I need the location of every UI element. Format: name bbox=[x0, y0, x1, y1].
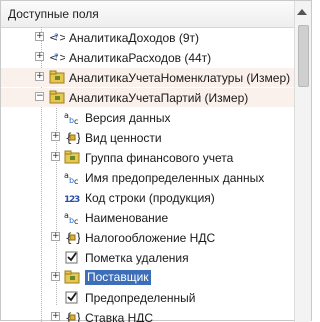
svg-text:>: > bbox=[59, 31, 65, 44]
checkbox-icon bbox=[65, 251, 78, 264]
tree-item-label: Наименование bbox=[85, 211, 169, 225]
svg-text:}: } bbox=[75, 231, 80, 245]
tree-item-label: АналитикаУчетаПартий (Измер) bbox=[69, 91, 249, 105]
expand-icon[interactable]: + bbox=[35, 72, 44, 81]
tree-item-label: Налогообложение НДС bbox=[85, 231, 216, 245]
svg-text:>: > bbox=[59, 51, 65, 64]
svg-text:3: 3 bbox=[74, 195, 80, 205]
fields-tree: + < ? > АналитикаДоходов (9т) + < ? > Ан… bbox=[1, 27, 295, 322]
folder-key-icon bbox=[64, 150, 80, 164]
expand-icon[interactable]: + bbox=[35, 32, 44, 41]
vertical-scrollbar[interactable] bbox=[294, 1, 311, 322]
tree-item-label: АналитикаУчетаНоменклатуры (Измер) bbox=[69, 71, 291, 85]
tree-item-label: Версия данных bbox=[85, 111, 171, 125]
string-icon: a b c bbox=[64, 111, 78, 125]
tree-row-batch-analytics[interactable]: − АналитикаУчетаПартий (Измер) bbox=[1, 88, 295, 107]
tree-row-analytics-expenses[interactable]: + < ? > АналитикаРасходов (44т) bbox=[1, 48, 295, 67]
tree-item-label: Группа финансового учета bbox=[85, 151, 234, 165]
tree-row-name[interactable]: a b c Наименование bbox=[1, 208, 295, 227]
scroll-up-icon[interactable] bbox=[297, 9, 307, 15]
available-fields-panel: Доступные поля + < ? > АналитикаДоходов … bbox=[0, 0, 312, 322]
expand-icon[interactable]: + bbox=[51, 312, 60, 321]
svg-text:c: c bbox=[74, 117, 78, 125]
folder-key-icon bbox=[64, 270, 80, 284]
tree-item-label: Пометка удаления bbox=[85, 251, 189, 265]
string-icon: a b c bbox=[64, 171, 78, 185]
tree-item-label: Вид ценности bbox=[85, 131, 162, 145]
tree-row-nomenclature-analytics[interactable]: + АналитикаУчетаНоменклатуры (Измер) bbox=[1, 68, 295, 87]
tree-item-label-selected: Поставщик bbox=[85, 270, 151, 285]
enum-icon: { } bbox=[65, 131, 80, 145]
folder-key-icon bbox=[49, 70, 65, 84]
tree-row-vat-taxation[interactable]: + { } Налогообложение НДС bbox=[1, 228, 295, 247]
tree-row-vat-rate[interactable]: + { } Ставка НДС bbox=[1, 308, 295, 322]
expand-icon[interactable]: + bbox=[35, 52, 44, 61]
tree-item-label: Код строки (продукция) bbox=[85, 191, 215, 205]
tree-row-analytics-income[interactable]: + < ? > АналитикаДоходов (9т) bbox=[1, 28, 295, 47]
tree-item-label: АналитикаДоходов (9т) bbox=[69, 31, 200, 45]
tree-item-label: Ставка НДС bbox=[85, 311, 154, 322]
tree-row-financial-group[interactable]: + Группа финансового учета bbox=[1, 148, 295, 167]
enum-icon: { } bbox=[65, 231, 80, 245]
svg-text:}: } bbox=[75, 131, 80, 145]
checkbox-icon bbox=[65, 291, 78, 304]
tree-row-supplier[interactable]: + Поставщик bbox=[1, 268, 295, 287]
tree-row-value-type[interactable]: + { } Вид ценности bbox=[1, 128, 295, 147]
expand-icon[interactable]: + bbox=[51, 152, 60, 161]
link-icon: < ? > bbox=[49, 31, 65, 44]
svg-text:c: c bbox=[74, 217, 78, 225]
tree-row-line-code[interactable]: 1 2 3 Код строки (продукция) bbox=[1, 188, 295, 207]
svg-text:c: c bbox=[74, 177, 78, 185]
tree-row-predefined[interactable]: Предопределенный bbox=[1, 288, 295, 307]
scrollbar-thumb[interactable] bbox=[298, 25, 309, 87]
panel-title: Доступные поля bbox=[8, 7, 99, 21]
tree-item-label: Предопределенный bbox=[85, 291, 196, 305]
string-icon: a b c bbox=[64, 211, 78, 225]
tree-row-data-version[interactable]: a b c Версия данных bbox=[1, 108, 295, 127]
folder-key-icon bbox=[49, 90, 65, 104]
tree-item-label: Имя предопределенных данных bbox=[85, 171, 265, 185]
expand-icon[interactable]: + bbox=[51, 232, 60, 241]
collapse-icon[interactable]: − bbox=[35, 92, 44, 101]
tree-row-deletion-mark[interactable]: Пометка удаления bbox=[1, 248, 295, 267]
link-icon: < ? > bbox=[49, 51, 65, 64]
tree-item-label: АналитикаРасходов (44т) bbox=[69, 51, 212, 65]
number-icon: 1 2 3 bbox=[64, 195, 80, 205]
expand-icon[interactable]: + bbox=[51, 272, 60, 281]
enum-icon: { } bbox=[65, 311, 80, 322]
panel-header: Доступные поля bbox=[1, 1, 295, 28]
expand-icon[interactable]: + bbox=[51, 132, 60, 141]
tree-row-predefined-name[interactable]: a b c Имя предопределенных данных bbox=[1, 168, 295, 187]
svg-text:}: } bbox=[75, 311, 80, 322]
